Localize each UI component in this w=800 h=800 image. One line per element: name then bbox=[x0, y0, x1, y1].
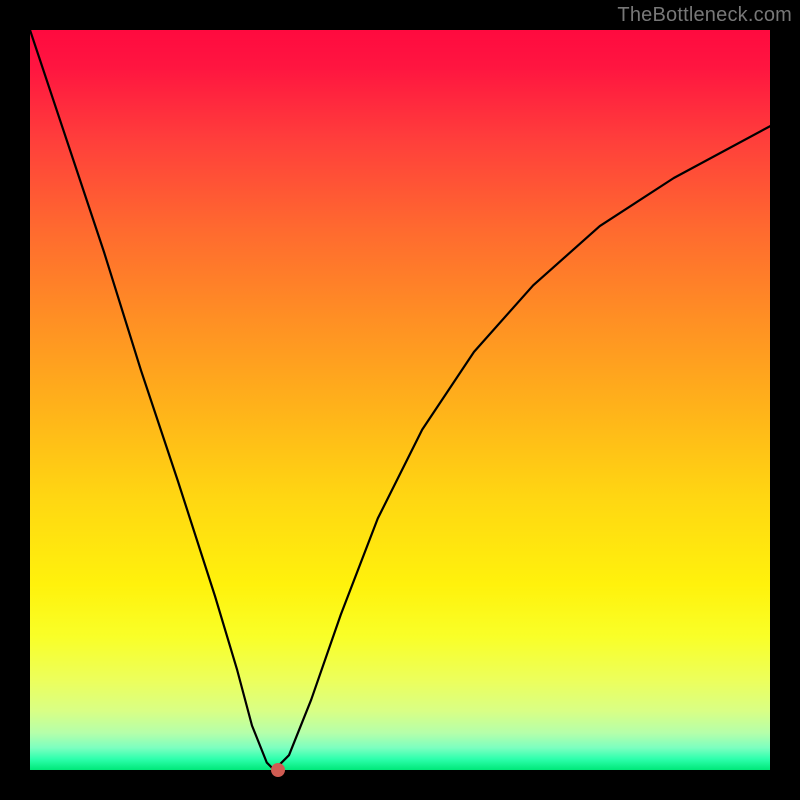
watermark-text: TheBottleneck.com bbox=[617, 4, 792, 27]
bottleneck-curve bbox=[30, 30, 770, 770]
plot-area bbox=[30, 30, 770, 770]
chart-container: TheBottleneck.com bbox=[0, 0, 800, 800]
curve-svg bbox=[30, 30, 770, 770]
minimum-marker bbox=[271, 763, 285, 777]
